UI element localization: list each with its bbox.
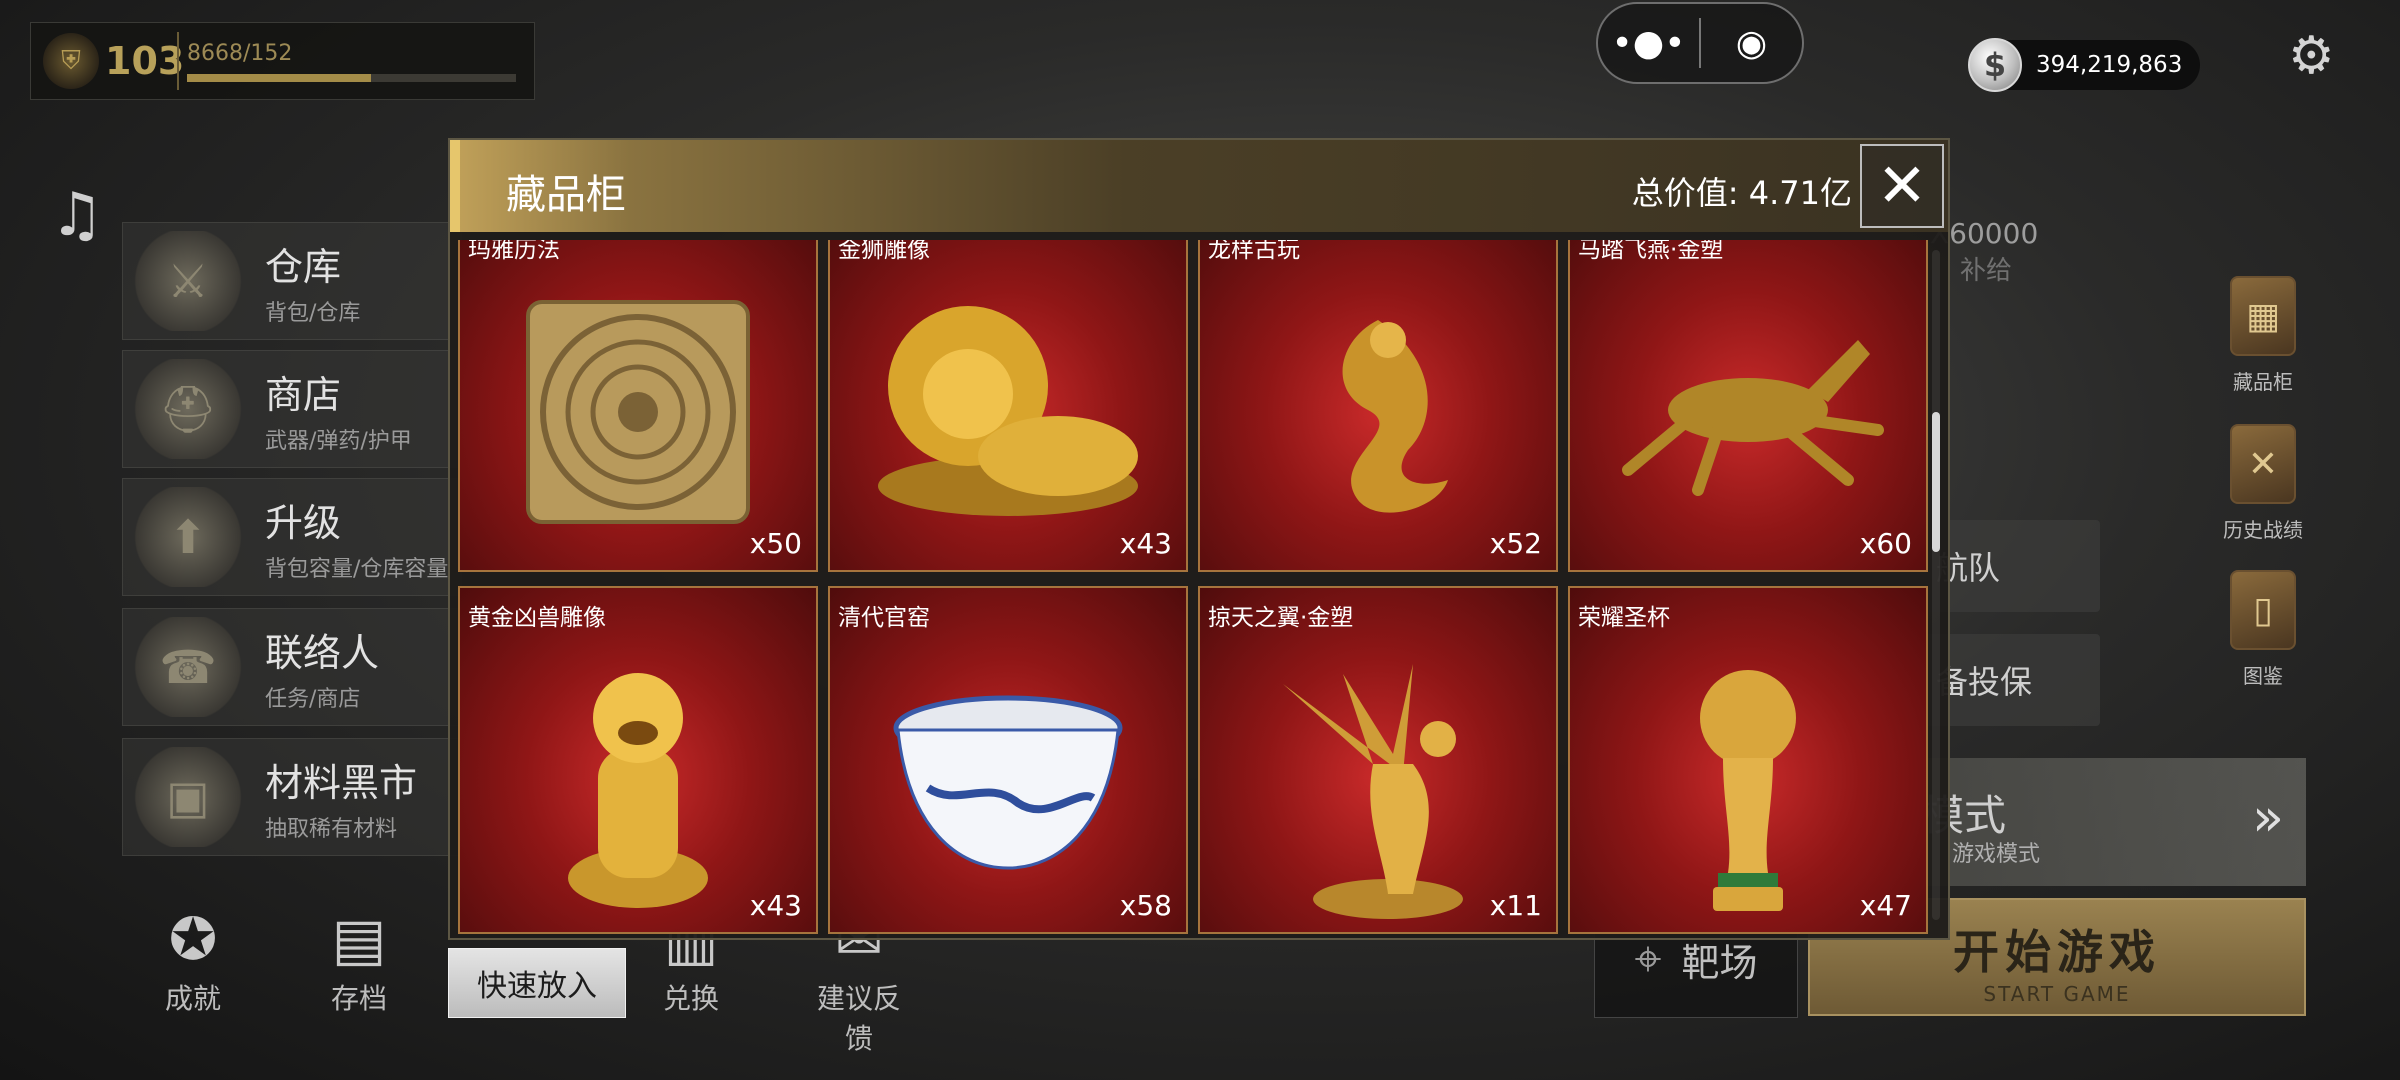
collection-item[interactable]: 清代官窑 x58 xyxy=(828,586,1188,934)
upgrade-gear-icon: ⬆ xyxy=(133,487,243,587)
item-name: 马踏飞燕·金塑 xyxy=(1578,240,1724,263)
collection-item[interactable]: 玛雅历法 x50 xyxy=(458,240,818,572)
miniprogram-capsule: •●• ◉ xyxy=(1596,2,1804,84)
item-count: x60 xyxy=(1859,527,1912,560)
close-icon[interactable]: ✕ xyxy=(1860,144,1944,228)
menu-item-contacts[interactable]: ☎ 联络人任务/商店 xyxy=(122,608,462,726)
nav-label: 存档 xyxy=(330,982,387,1015)
scrollbar-track[interactable] xyxy=(1932,250,1940,920)
collection-item[interactable]: 荣耀圣杯 x47 xyxy=(1568,586,1928,934)
item-count: x47 xyxy=(1859,889,1912,922)
nav-label: 成就 xyxy=(164,982,221,1015)
item-name: 金狮雕像 xyxy=(838,240,930,263)
menu-item-warehouse[interactable]: ⚔ 仓库背包/仓库 xyxy=(122,222,462,340)
golden-beast-icon xyxy=(568,673,708,908)
collection-grid: 玛雅历法 x50 金狮雕像 x43 龙样古玩 x52 马踏飞燕·金塑 x60 黄… xyxy=(458,240,1932,934)
menu-subtitle: 背包容量/仓库容量 xyxy=(265,556,449,582)
nav-achievements[interactable]: ✪ 成就 xyxy=(138,905,248,1017)
nav-history[interactable]: ✕ 历史战绩 xyxy=(2208,424,2318,543)
scroll-icon: ✕ xyxy=(2230,424,2296,504)
header-accent xyxy=(450,140,460,232)
menu-item-upgrade[interactable]: ⬆ 升级背包容量/仓库容量 xyxy=(122,478,462,596)
xp-bar xyxy=(187,73,516,82)
close-target-icon[interactable]: ◉ xyxy=(1701,4,1802,82)
chest-icon: ▣ xyxy=(133,747,243,847)
trophy-icon xyxy=(1700,670,1796,911)
nav-codex[interactable]: ▯ 图鉴 xyxy=(2208,570,2318,689)
xp-text: 8668/152 xyxy=(187,40,293,66)
start-label-en: START GAME xyxy=(1983,982,2131,1006)
player-level: 103 xyxy=(105,39,185,83)
collection-item[interactable]: 掠天之翼·金塑 x11 xyxy=(1198,586,1558,934)
menu-subtitle: 背包/仓库 xyxy=(265,300,361,326)
music-note-icon[interactable]: ♫ xyxy=(50,180,104,250)
chevron-right-icon: » xyxy=(2252,788,2284,848)
nav-label: 建议反馈 xyxy=(816,982,901,1055)
item-count: x58 xyxy=(1119,889,1172,922)
book-icon: ▯ xyxy=(2230,570,2296,650)
supply-label: 补给 xyxy=(1960,256,2013,286)
menu-title: 商店 xyxy=(265,372,342,417)
nav-label: 历史战绩 xyxy=(2223,518,2303,542)
cabinet-icon: ▦ xyxy=(2230,276,2296,356)
winged-dragon-icon xyxy=(1283,664,1463,919)
settings-gear-icon[interactable]: ⚙ xyxy=(2288,26,2335,86)
menu-title: 联络人 xyxy=(265,630,380,675)
item-count: x43 xyxy=(1119,527,1172,560)
menu-item-black-market[interactable]: ▣ 材料黑市抽取稀有材料 xyxy=(122,738,462,856)
nav-collection-cabinet[interactable]: ▦ 藏品柜 xyxy=(2208,276,2318,395)
menu-item-shop[interactable]: ⛑ 商店武器/弹药/护甲 xyxy=(122,350,462,468)
xp-bar-fill xyxy=(187,73,372,82)
collection-item[interactable]: 黄金凶兽雕像 x43 xyxy=(458,586,818,934)
total-value: 总价值: 4.71亿 xyxy=(1631,174,1852,212)
menu-subtitle: 任务/商店 xyxy=(265,686,361,712)
menu-subtitle: 抽取稀有材料 xyxy=(265,816,398,842)
collection-item[interactable]: 龙样古玩 x52 xyxy=(1198,240,1558,572)
nav-label: 藏品柜 xyxy=(2233,370,2293,394)
item-name: 掠天之翼·金塑 xyxy=(1208,605,1354,631)
save-icon: ▤ xyxy=(331,905,387,973)
currency-display: $ 394,219,863 xyxy=(1968,38,2200,92)
item-count: x50 xyxy=(749,527,802,560)
item-count: x11 xyxy=(1489,889,1542,922)
nav-save[interactable]: ▤ 存档 xyxy=(304,905,414,1017)
quick-put-button[interactable]: 快速放入 xyxy=(448,948,626,1018)
menu-title: 升级 xyxy=(265,500,342,545)
maya-calendar-icon xyxy=(526,300,750,524)
modal-header: 藏品柜 总价值: 4.71亿 ✕ xyxy=(450,140,1948,232)
item-count: x52 xyxy=(1489,527,1542,560)
nav-label: 图鉴 xyxy=(2243,664,2283,688)
contact-icon: ☎ xyxy=(133,617,243,717)
item-name: 清代官窑 xyxy=(838,605,930,631)
coin-icon: $ xyxy=(1968,38,2022,92)
menu-title: 材料黑市 xyxy=(265,760,418,805)
mode-subtitle: 游戏模式 xyxy=(1952,842,2041,867)
level-panel: ⛨ 103 8668/152 xyxy=(30,22,535,100)
collection-item[interactable]: 金狮雕像 x43 xyxy=(828,240,1188,572)
dragon-statue-icon xyxy=(1342,320,1448,513)
rifle-vest-icon: ⚔ xyxy=(133,231,243,331)
item-count: x43 xyxy=(749,889,802,922)
galloping-horse-icon xyxy=(1622,340,1884,496)
more-options-icon[interactable]: •●• xyxy=(1598,4,1699,82)
item-name: 玛雅历法 xyxy=(468,240,560,263)
modal-title: 藏品柜 xyxy=(506,172,626,218)
item-name: 龙样古玩 xyxy=(1208,240,1300,263)
medal-icon: ✪ xyxy=(168,905,218,973)
menu-title: 仓库 xyxy=(265,244,342,289)
nav-label: 兑换 xyxy=(662,982,719,1015)
porcelain-bowl-icon xyxy=(893,695,1123,870)
collection-cabinet-modal: 藏品柜 总价值: 4.71亿 ✕ 玛雅历法 x50 金狮雕像 x43 龙样古玩 … xyxy=(448,138,1950,940)
currency-amount: 394,219,863 xyxy=(2036,52,2183,78)
scrollbar-thumb[interactable] xyxy=(1932,412,1940,552)
collection-item[interactable]: 马踏飞燕·金塑 x60 xyxy=(1568,240,1928,572)
rank-emblem-icon: ⛨ xyxy=(43,33,99,89)
menu-subtitle: 武器/弹药/护甲 xyxy=(265,428,412,454)
lion-statue-icon xyxy=(878,306,1138,516)
item-name: 荣耀圣杯 xyxy=(1578,605,1670,631)
item-name: 黄金凶兽雕像 xyxy=(468,605,606,631)
divider xyxy=(177,32,179,90)
helmet-icon: ⛑ xyxy=(133,359,243,459)
